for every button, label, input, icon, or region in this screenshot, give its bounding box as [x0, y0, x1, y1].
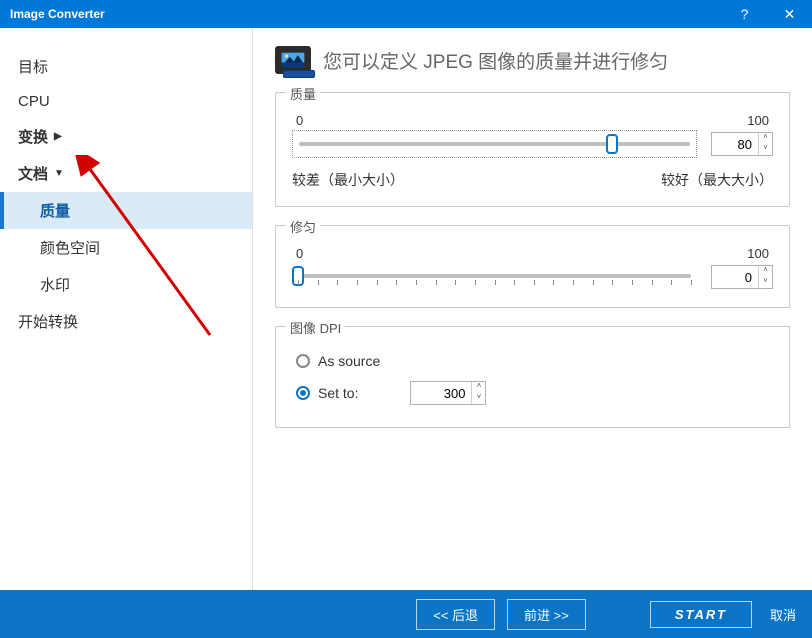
smooth-min-label: 0	[296, 246, 303, 261]
quality-min-label: 0	[296, 113, 303, 128]
quality-spinner[interactable]: ˄˅	[711, 132, 773, 156]
dpi-set-to-label: Set to:	[318, 385, 358, 401]
quality-low-legend: 较差（最小大小）	[292, 170, 404, 190]
dpi-spinner[interactable]: ˄˅	[410, 381, 486, 405]
window-title: Image Converter	[0, 7, 722, 21]
smooth-group-title: 修匀	[286, 217, 320, 236]
sidebar-item-target[interactable]: 目标	[0, 48, 252, 85]
page-title: 您可以定义 JPEG 图像的质量并进行修匀	[323, 47, 668, 74]
close-icon[interactable]: ✕	[767, 0, 812, 28]
sidebar: 目标 CPU 变换▶ 文档▼ 质量 颜色空间 水印 开始转换	[0, 28, 253, 590]
quality-down-icon[interactable]: ˅	[759, 144, 772, 155]
radio-icon[interactable]	[296, 354, 310, 368]
image-icon	[275, 46, 311, 74]
chevron-down-icon: ▼	[54, 168, 64, 179]
quality-group: 质量 0 100 ˄˅ 较差（	[275, 92, 790, 207]
footer: << 后退 前进 >> START 取消	[0, 590, 812, 638]
quality-max-label: 100	[747, 113, 769, 128]
quality-input[interactable]	[712, 137, 758, 152]
main-panel: 您可以定义 JPEG 图像的质量并进行修匀 质量 0 100	[253, 28, 812, 590]
dpi-down-icon[interactable]: ˅	[472, 393, 485, 404]
quality-slider-thumb[interactable]	[606, 134, 618, 154]
help-icon[interactable]: ?	[722, 0, 767, 28]
sidebar-sub-quality[interactable]: 质量	[0, 192, 252, 229]
dpi-group: 图像 DPI As source Set to: ˄˅	[275, 326, 790, 428]
smooth-spinner[interactable]: ˄˅	[711, 265, 773, 289]
chevron-right-icon: ▶	[54, 131, 62, 142]
dpi-group-title: 图像 DPI	[286, 318, 345, 337]
sidebar-item-cpu[interactable]: CPU	[0, 85, 252, 118]
quality-high-legend: 较好（最大大小）	[661, 170, 773, 190]
sidebar-item-transform[interactable]: 变换▶	[0, 118, 252, 155]
dpi-as-source-row[interactable]: As source	[292, 347, 773, 375]
dpi-as-source-label: As source	[318, 353, 380, 369]
quality-group-title: 质量	[286, 84, 320, 103]
radio-checked-icon[interactable]	[296, 386, 310, 400]
smooth-input[interactable]	[712, 270, 758, 285]
cancel-button[interactable]: 取消	[770, 605, 796, 624]
dpi-input[interactable]	[411, 386, 471, 401]
quality-slider-rail	[299, 142, 690, 146]
smooth-down-icon[interactable]: ˅	[759, 277, 772, 288]
sidebar-sub-watermark[interactable]: 水印	[0, 266, 252, 303]
smooth-slider-rail	[298, 274, 691, 278]
sidebar-item-start[interactable]: 开始转换	[0, 303, 252, 340]
sidebar-sub-color-space[interactable]: 颜色空间	[0, 229, 252, 266]
sidebar-item-document[interactable]: 文档▼	[0, 155, 252, 192]
back-button[interactable]: << 后退	[416, 599, 495, 630]
smooth-max-label: 100	[747, 246, 769, 261]
smooth-group: 修匀 0 100 ˄˅	[275, 225, 790, 308]
dpi-set-to-row[interactable]: Set to: ˄˅	[292, 375, 773, 411]
next-button[interactable]: 前进 >>	[507, 599, 586, 630]
start-button[interactable]: START	[650, 601, 752, 628]
